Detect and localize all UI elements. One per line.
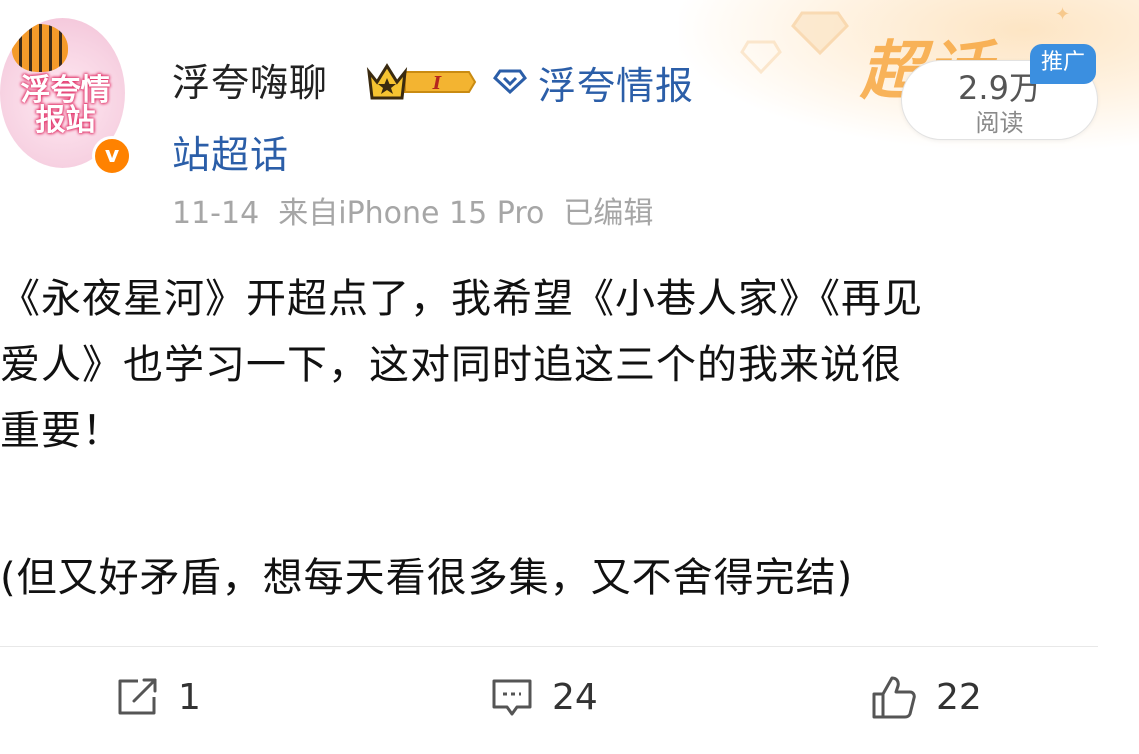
username[interactable]: 浮夸嗨聊 [172, 52, 328, 107]
avatar[interactable]: 浮夸情报站 v [0, 18, 132, 176]
comment-icon [492, 679, 532, 716]
post-meta: 11-14 来自iPhone 15 Pro 已编辑 [172, 196, 654, 231]
diamond-topic-icon [493, 69, 527, 94]
thumbs-up-icon [872, 676, 916, 719]
promo-tag[interactable]: 推广 [1030, 44, 1096, 84]
tiger-icon [12, 24, 68, 72]
comment-button[interactable]: 24 [490, 672, 598, 722]
member-crown-badge-icon[interactable]: I [365, 58, 477, 106]
read-label: 阅读 [975, 109, 1024, 137]
post-text: 《永夜星河》开超点了，我希望《小巷人家》《再见 爱人》也学习一下，这对同时追这三… [0, 276, 923, 454]
repost-count: 1 [178, 676, 201, 718]
avatar-text: 浮夸情报站 [20, 73, 111, 138]
like-button[interactable]: 22 [870, 672, 982, 722]
repost-icon [118, 678, 157, 715]
like-count: 22 [936, 676, 982, 718]
diamond-icon [740, 40, 782, 74]
supertopic-link[interactable]: 浮夸情报 [538, 55, 694, 110]
verified-icon: v [92, 136, 132, 176]
sparkle-icon: ✦ [1055, 4, 1071, 25]
comment-count: 24 [552, 676, 598, 718]
repost-button[interactable]: 1 [116, 672, 201, 722]
post-text-aside: (但又好矛盾，想每天看很多集，又不舍得完结) [0, 555, 854, 601]
svg-text:I: I [432, 73, 442, 94]
diamond-icon [791, 11, 849, 56]
divider [0, 646, 1098, 647]
supertopic-link-continued[interactable]: 站超话 [172, 124, 289, 179]
